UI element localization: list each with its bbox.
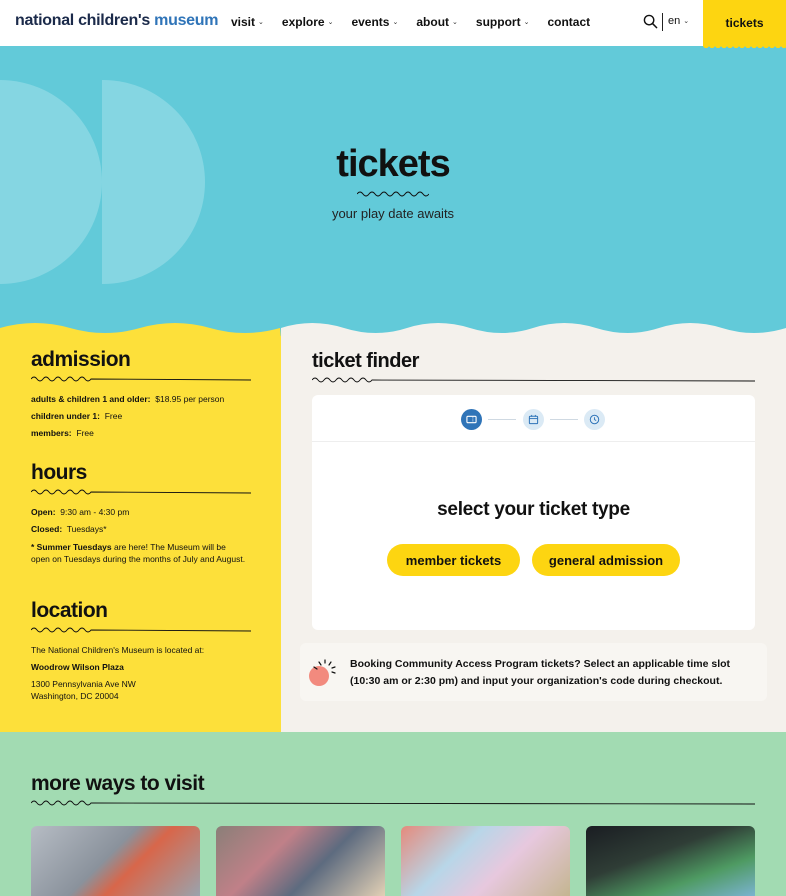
site-logo[interactable]: national children's museum	[15, 12, 218, 30]
main-nav: visit ⌄ explore ⌄ events ⌄ about ⌄ support ⌄ …	[231, 15, 590, 29]
page-title: tickets	[336, 143, 450, 185]
chevron-down-icon: ⌄	[523, 19, 530, 26]
cap-notice-text: Booking Community Access Program tickets…	[350, 658, 731, 687]
admission-heading: admission	[31, 348, 131, 371]
hours-note: * Summer Tuesdays are here! The Museum w…	[31, 542, 246, 564]
ticket-finder-heading: ticket finder	[312, 350, 419, 372]
sparkle-dot-icon	[309, 659, 336, 686]
squiggle-rule	[31, 376, 251, 382]
hours-closed: Closed: Tuesdays*	[31, 524, 107, 534]
squiggle-rule	[31, 627, 251, 633]
admission-row: children under 1: Free	[31, 411, 123, 421]
language-selector[interactable]: en ⌄	[668, 15, 689, 27]
select-ticket-type-heading: select your ticket type	[437, 499, 630, 520]
nav-item-visit[interactable]: visit ⌄	[231, 15, 264, 29]
page-subtitle: your play date awaits	[331, 206, 455, 221]
step-connector	[550, 419, 578, 420]
visit-option-image[interactable]	[586, 826, 755, 896]
chevron-down-icon: ⌄	[452, 19, 458, 26]
squiggle-rule	[31, 800, 755, 806]
cap-notice: Booking Community Access Program tickets…	[300, 643, 767, 701]
visit-option-image[interactable]	[401, 826, 570, 896]
general-admission-button[interactable]: general admission	[532, 544, 680, 576]
divider	[312, 441, 755, 442]
step-date[interactable]	[523, 409, 544, 430]
squiggle-rule	[31, 489, 251, 495]
chevron-down-icon: ⌄	[327, 19, 334, 26]
hours-heading: hours	[31, 461, 87, 484]
wave-edge	[281, 323, 786, 340]
nav-item-contact[interactable]: contact	[547, 15, 590, 29]
header-divider	[662, 13, 663, 31]
admission-row: adults & children 1 and older: $18.95 pe…	[31, 394, 225, 404]
hero-banner: tickets your play date awaits	[0, 46, 786, 336]
nav-item-about[interactable]: about ⌄	[416, 15, 458, 29]
location-address: 1300 Pennsylvania Ave NW Washington, DC 2…	[31, 679, 136, 701]
admission-row: members: Free	[31, 428, 94, 438]
chevron-down-icon: ⌄	[258, 19, 264, 26]
member-tickets-button[interactable]: member tickets	[387, 544, 520, 576]
nav-item-events[interactable]: events ⌄	[351, 15, 398, 29]
search-icon[interactable]	[643, 14, 658, 29]
calendar-icon	[528, 414, 539, 425]
nav-item-explore[interactable]: explore ⌄	[282, 15, 334, 29]
step-time[interactable]	[584, 409, 605, 430]
location-place: Woodrow Wilson Plaza	[31, 662, 124, 672]
ticket-finder-card: select your ticket type member tickets g…	[312, 395, 755, 630]
squiggle-underline	[357, 191, 429, 197]
step-ticket-type[interactable]	[461, 409, 482, 430]
tickets-button[interactable]: tickets	[703, 0, 786, 50]
clock-icon	[589, 414, 600, 425]
visit-option-image[interactable]	[31, 826, 200, 896]
chevron-down-icon: ⌄	[683, 18, 690, 25]
ticket-icon	[466, 415, 477, 424]
nav-item-support[interactable]: support ⌄	[476, 15, 530, 29]
step-connector	[488, 419, 516, 420]
wave-edge	[0, 323, 281, 340]
visit-option-image[interactable]	[216, 826, 385, 896]
hours-open: Open: 9:30 am - 4:30 pm	[31, 507, 130, 517]
squiggle-rule	[312, 377, 755, 383]
chevron-down-icon: ⌄	[392, 19, 399, 26]
site-header: national children's museum visit ⌄ explor…	[0, 0, 786, 50]
location-heading: location	[31, 599, 108, 622]
location-intro: The National Children's Museum is locate…	[31, 645, 205, 655]
more-ways-heading: more ways to visit	[31, 772, 205, 795]
